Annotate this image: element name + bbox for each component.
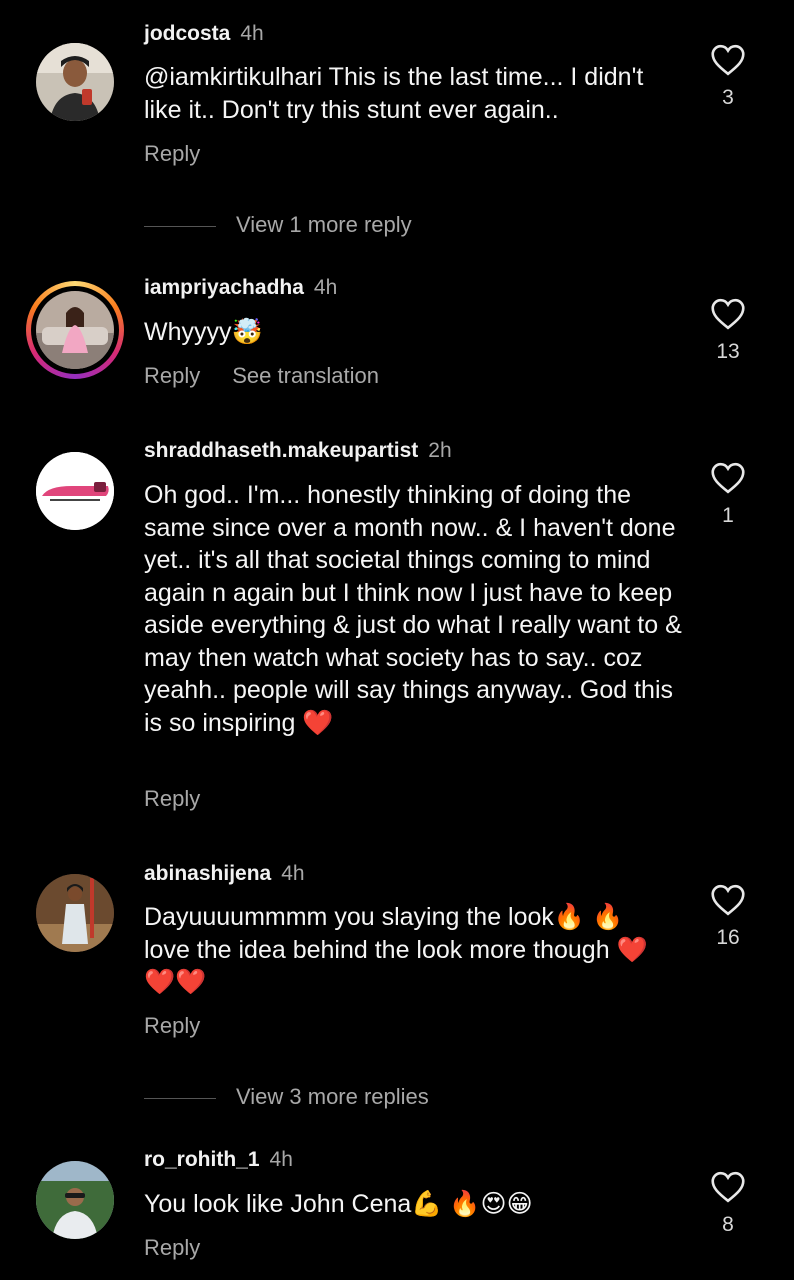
reply-button[interactable]: Reply xyxy=(144,1013,200,1038)
avatar-story-ring[interactable] xyxy=(26,281,124,379)
timestamp: 4h xyxy=(281,862,305,885)
username[interactable]: shraddhaseth.makeupartist xyxy=(144,439,418,462)
reply-button[interactable]: Reply xyxy=(144,786,200,811)
username[interactable]: abinashijena xyxy=(144,862,271,885)
username[interactable]: iampriyachadha xyxy=(144,276,304,299)
heart-icon[interactable] xyxy=(710,44,746,76)
view-more-label: View 3 more replies xyxy=(236,1084,429,1109)
brand-logo-icon xyxy=(36,452,114,530)
like-count: 13 xyxy=(716,340,740,363)
avatar[interactable] xyxy=(36,874,114,952)
comment-text: Oh god.. I'm... honestly thinking of doi… xyxy=(144,481,689,737)
view-more-replies-button[interactable]: View 3 more replies xyxy=(144,1084,429,1110)
timestamp: 4h xyxy=(313,276,338,299)
avatar[interactable] xyxy=(36,452,114,530)
heart-icon[interactable] xyxy=(710,462,746,494)
divider-line xyxy=(144,1097,216,1099)
like-count: 16 xyxy=(716,926,740,949)
avatar[interactable] xyxy=(36,43,114,121)
reply-button[interactable]: Reply xyxy=(144,363,200,388)
heart-icon[interactable] xyxy=(710,1171,746,1203)
timestamp: 4h xyxy=(240,22,264,45)
timestamp: 4h xyxy=(269,1148,293,1171)
like-count: 8 xyxy=(722,1213,734,1236)
avatar[interactable] xyxy=(36,1161,114,1239)
reply-button[interactable]: Reply xyxy=(144,141,200,166)
divider-line xyxy=(144,225,216,227)
profile-photo-icon xyxy=(36,291,114,369)
view-more-replies-button[interactable]: View 1 more reply xyxy=(144,212,412,238)
profile-photo-icon xyxy=(36,1161,114,1239)
username[interactable]: jodcosta xyxy=(144,22,230,45)
timestamp: 2h xyxy=(428,439,452,462)
heart-icon[interactable] xyxy=(710,298,746,330)
reply-button[interactable]: Reply xyxy=(144,1235,200,1260)
comment-text: Dayuuuummmm you slaying the look🔥 🔥 love… xyxy=(144,903,648,996)
view-more-label: View 1 more reply xyxy=(236,212,412,237)
comment-text: @iamkirtikulhari This is the last time..… xyxy=(144,63,651,124)
comment-text: You look like John Cena💪 🔥😍😁 xyxy=(144,1190,533,1218)
username[interactable]: ro_rohith_1 xyxy=(144,1148,260,1171)
comment-text: Whyyyy🤯 xyxy=(144,318,263,346)
heart-icon[interactable] xyxy=(710,884,746,916)
like-count: 3 xyxy=(722,86,734,109)
like-count: 1 xyxy=(722,504,734,527)
profile-photo-icon xyxy=(36,43,114,121)
profile-photo-icon xyxy=(36,874,114,952)
see-translation-button[interactable]: See translation xyxy=(232,363,379,388)
